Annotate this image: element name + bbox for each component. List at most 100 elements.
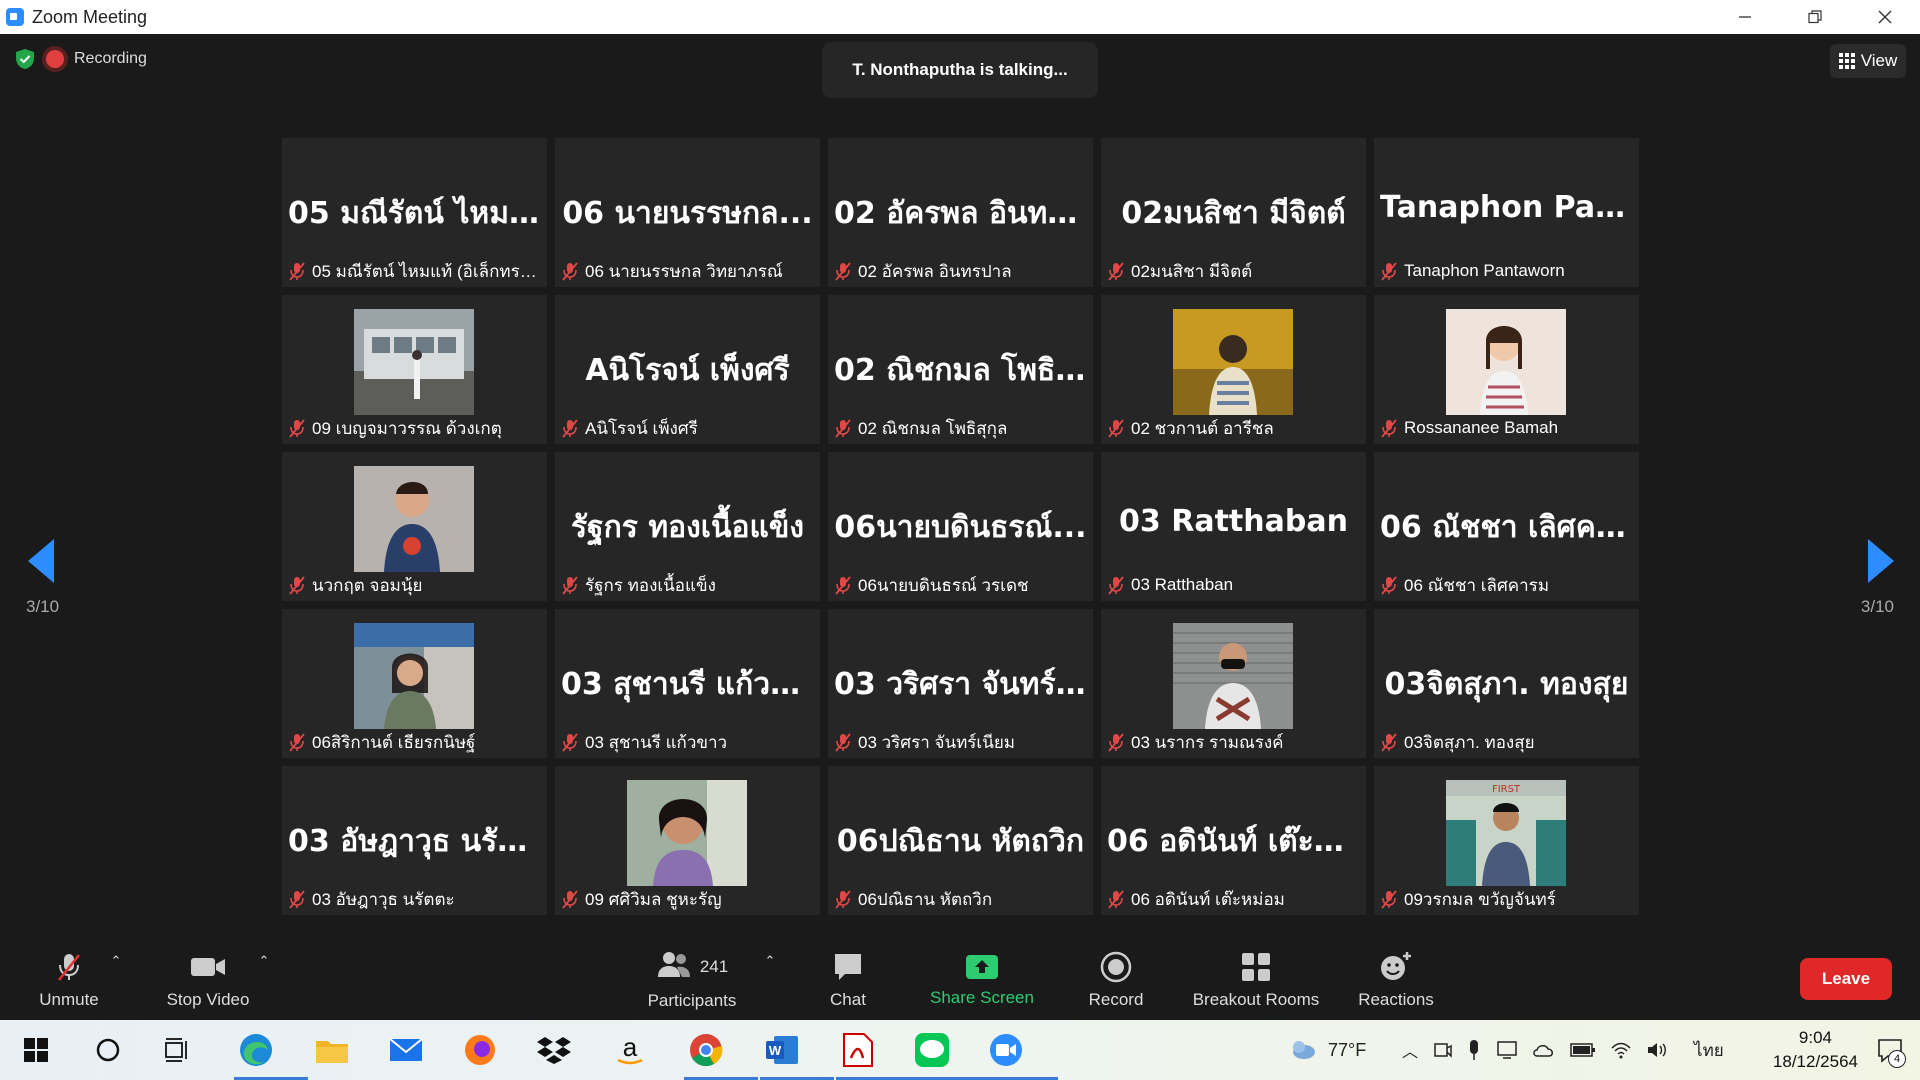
windows-taskbar: a W 77°F ︿ ไทย 9:04 18/12/2564 4 [0, 1020, 1920, 1080]
wifi-icon[interactable] [1610, 1040, 1632, 1060]
participant-video-tile[interactable]: 02มนสิชา มีจิตต์ 02มนสิชา มีจิตต์ [1101, 138, 1366, 287]
participant-video-tile[interactable]: 06นายบดินธรณ์... 06นายบดินธรณ์ วรเดช [828, 452, 1093, 601]
stop-video-label: Stop Video [166, 990, 250, 1009]
windows-start-icon[interactable] [14, 1028, 58, 1072]
participant-video-tile[interactable]: 02 ณิชกมล โพธิสุ... 02 ณิชกมล โพธิสุกุล [828, 295, 1093, 444]
zoom-app-icon[interactable] [984, 1028, 1058, 1080]
video-options-caret-icon[interactable]: ⌃ [256, 946, 272, 976]
microphone-muted-icon [1108, 262, 1124, 281]
participant-video-tile[interactable]: Rossananee Bamah [1374, 295, 1639, 444]
microphone-muted-icon [58, 954, 80, 981]
restore-button[interactable] [1780, 0, 1850, 34]
view-button[interactable]: View [1830, 44, 1906, 78]
close-window-button[interactable] [1850, 0, 1920, 34]
participant-name-label: Rossananee Bamah [1380, 416, 1633, 440]
line-app-icon[interactable] [910, 1028, 984, 1080]
participant-name: 06 อดินันท์ เต๊ะหม่อม [1131, 889, 1285, 909]
participant-video-tile[interactable]: 03 Ratthaban 03 Ratthaban [1101, 452, 1366, 601]
unmute-button[interactable]: Unmute [26, 940, 112, 1020]
participant-video-tile[interactable]: 06สิริกานต์ เธียรกนิษฐ์ [282, 609, 547, 758]
notifications-button[interactable]: 4 [1876, 1036, 1906, 1068]
search-icon[interactable] [86, 1028, 130, 1072]
participant-video-tile[interactable]: 03จิตสุภา. ทองสุย 03จิตสุภา. ทองสุย [1374, 609, 1639, 758]
edge-browser-icon[interactable] [234, 1028, 308, 1080]
participant-video-tile[interactable]: Tanaphon Pant... Tanaphon Pantaworn [1374, 138, 1639, 287]
audio-options-caret-icon[interactable]: ⌃ [108, 946, 124, 976]
participant-video [1446, 309, 1566, 415]
mail-icon[interactable] [384, 1028, 428, 1072]
chrome-icon[interactable] [684, 1028, 758, 1080]
firefox-icon[interactable] [458, 1028, 502, 1072]
participant-name-label: 06 อดินันท์ เต๊ะหม่อม [1107, 887, 1360, 911]
recording-icon[interactable] [46, 50, 64, 68]
previous-page-arrow-icon[interactable] [28, 539, 54, 583]
participant-video-tile[interactable]: Aนิโรจน์ เพ็งศรี Aนิโรจน์ เพ็งศรี [555, 295, 820, 444]
battery-icon[interactable] [1570, 1042, 1596, 1058]
participant-video-tile[interactable]: 02 อัครพล อินทร... 02 อัครพล อินทรปาล [828, 138, 1093, 287]
participant-display-name: 02มนสิชา มีจิตต์ [1121, 196, 1346, 231]
volume-icon[interactable] [1646, 1040, 1668, 1060]
display-icon[interactable] [1496, 1040, 1518, 1060]
participant-video-tile[interactable]: 05 มณีรัตน์ ไหม... 05 มณีรัตน์ ไหมแท้ (อิ… [282, 138, 547, 287]
participant-video-tile[interactable]: 06 นายนรรษกล... 06 นายนรรษกล วิทยาภรณ์ [555, 138, 820, 287]
participant-video [627, 780, 747, 886]
microphone-icon[interactable] [1466, 1039, 1482, 1061]
chevron-up-icon[interactable]: ︿ [1402, 1038, 1418, 1062]
participant-video-tile[interactable]: 03 อัษฎาวุธ นรัต... 03 อัษฎาวุธ นรัตตะ [282, 766, 547, 915]
input-language[interactable]: ไทย [1694, 1037, 1724, 1064]
minimize-icon [1739, 16, 1751, 18]
task-view-icon[interactable] [156, 1028, 200, 1072]
breakout-rooms-button[interactable]: Breakout Rooms [1180, 940, 1332, 1020]
minimize-button[interactable] [1710, 0, 1780, 34]
leave-button[interactable]: Leave [1800, 958, 1892, 1000]
participant-video-tile[interactable]: 03 วริศรา จันทร์เ... 03 วริศรา จันทร์เนีย… [828, 609, 1093, 758]
shield-icon[interactable] [14, 48, 36, 70]
microphone-muted-icon [835, 576, 851, 595]
participants-icon [657, 952, 690, 977]
reactions-button[interactable]: Reactions [1350, 940, 1442, 1020]
cloud-icon[interactable] [1532, 1041, 1556, 1059]
microphone-muted-icon [562, 576, 578, 595]
participant-video-tile[interactable]: FIRST 09วรกมล ขวัญจันทร์ [1374, 766, 1639, 915]
participant-video-tile[interactable]: 02 ชวกานต์ อารีชล [1101, 295, 1366, 444]
amazon-icon[interactable]: a [608, 1028, 652, 1072]
participant-video-tile[interactable]: 06ปณิธาน หัตถวิก 06ปณิธาน หัตถวิก [828, 766, 1093, 915]
participant-name-label: รัฐกร ทองเนื้อแข็ง [561, 573, 814, 597]
clock[interactable]: 9:04 18/12/2564 [1773, 1026, 1858, 1074]
microphone-muted-icon [1108, 890, 1124, 909]
dropbox-icon[interactable] [532, 1028, 576, 1072]
participants-button[interactable]: 241 Participants [640, 940, 744, 1020]
participant-video-tile[interactable]: รัฐกร ทองเนื้อแข็ง รัฐกร ทองเนื้อแข็ง [555, 452, 820, 601]
share-screen-button[interactable]: Share Screen [924, 940, 1040, 1020]
microphone-muted-icon [835, 419, 851, 438]
chat-button[interactable]: Chat [812, 940, 884, 1020]
word-icon[interactable]: W [760, 1028, 834, 1080]
weather-widget[interactable]: 77°F [1290, 1020, 1366, 1080]
participant-name-label: 02มนสิชา มีจิตต์ [1107, 259, 1360, 283]
file-explorer-icon[interactable] [310, 1028, 354, 1072]
record-button[interactable]: Record [1078, 940, 1154, 1020]
participant-name-label: 03 นรากร รามณรงค์ [1107, 730, 1360, 754]
participant-display-name: Aนิโรจน์ เพ็งศรี [585, 353, 790, 388]
pdf-reader-icon[interactable] [836, 1028, 910, 1080]
participant-video-tile[interactable]: 09 ศศิวิมล ชูหะรัญ [555, 766, 820, 915]
participant-video-tile[interactable]: 03 นรากร รามณรงค์ [1101, 609, 1366, 758]
participants-options-caret-icon[interactable]: ⌃ [762, 946, 778, 976]
weather-temperature: 77°F [1328, 1039, 1367, 1060]
participant-name-label: 09 ศศิวิมล ชูหะรัญ [561, 887, 814, 911]
participant-video-tile[interactable]: 06 ณัชชา เลิศคารม 06 ณัชชา เลิศคารม [1374, 452, 1639, 601]
participant-video-tile[interactable]: 09 เบญจมาวรรณ ด้วงเกตุ [282, 295, 547, 444]
stop-video-button[interactable]: Stop Video [158, 940, 258, 1020]
weather-icon [1293, 1041, 1315, 1059]
participant-video-tile[interactable]: 03 สุชานรี แก้วขาว 03 สุชานรี แก้วขาว [555, 609, 820, 758]
participant-name: 03 นรากร รามณรงค์ [1131, 732, 1284, 752]
participant-video-tile[interactable]: นวกฤต จอมนุ้ย [282, 452, 547, 601]
participant-display-name: 06 ณัชชา เลิศคารม [1380, 510, 1639, 545]
meet-now-icon[interactable] [1432, 1040, 1452, 1060]
share-screen-icon [966, 955, 998, 979]
participant-name-label: 02 ชวกานต์ อารีชล [1107, 416, 1360, 440]
next-page-arrow-icon[interactable] [1868, 539, 1894, 583]
participant-name: นวกฤต จอมนุ้ย [312, 575, 423, 595]
participant-video-tile[interactable]: 06 อดินันท์ เต๊ะห... 06 อดินันท์ เต๊ะหม่อ… [1101, 766, 1366, 915]
participant-name: 06นายบดินธรณ์ วรเดช [858, 575, 1029, 595]
